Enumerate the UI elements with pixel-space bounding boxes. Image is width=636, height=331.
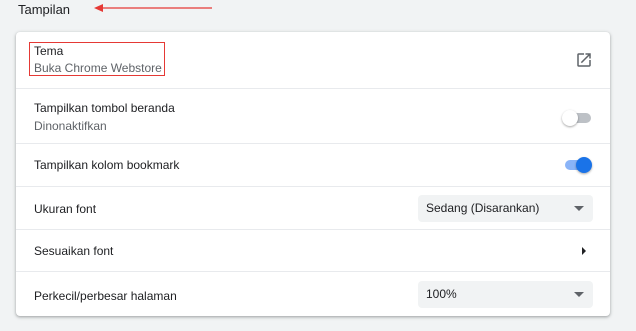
font-size-row: Ukuran font Sedang (Disarankan) — [16, 186, 610, 229]
appearance-settings-card: Tema Buka Chrome Webstore Tampilkan tomb… — [16, 32, 610, 316]
page-zoom-label: Perkecil/perbesar halaman — [34, 289, 177, 303]
page-zoom-select-value: 100% — [426, 287, 457, 301]
home-button-toggle[interactable] — [562, 110, 592, 126]
page-zoom-row: Perkecil/perbesar halaman 100% — [16, 271, 610, 316]
page-zoom-select[interactable]: 100% — [418, 281, 593, 308]
open-in-new-icon[interactable] — [575, 51, 593, 69]
bookmarks-bar-label: Tampilkan kolom bookmark — [34, 158, 180, 172]
font-size-select-value: Sedang (Disarankan) — [426, 201, 540, 215]
font-size-label: Ukuran font — [34, 202, 97, 216]
dropdown-caret-icon — [574, 206, 584, 211]
toggle-knob — [576, 157, 592, 173]
section-title: Tampilan — [18, 2, 71, 17]
dropdown-caret-icon — [574, 292, 584, 297]
bookmarks-bar-toggle[interactable] — [562, 157, 592, 173]
bookmarks-bar-row[interactable]: Tampilkan kolom bookmark — [16, 143, 610, 186]
home-button-sublabel: Dinonaktifkan — [34, 119, 107, 133]
theme-row[interactable]: Tema Buka Chrome Webstore — [16, 32, 610, 88]
customize-fonts-row[interactable]: Sesuaikan font — [16, 229, 610, 271]
font-size-select[interactable]: Sedang (Disarankan) — [418, 195, 593, 222]
customize-fonts-label: Sesuaikan font — [34, 244, 114, 258]
toggle-knob — [562, 110, 578, 126]
chevron-right-icon — [582, 247, 586, 255]
annotation-arrow — [94, 4, 212, 12]
theme-label: Tema — [34, 44, 64, 58]
home-button-row[interactable]: Tampilkan tombol beranda Dinonaktifkan — [16, 88, 610, 143]
theme-sublabel: Buka Chrome Webstore — [34, 61, 162, 75]
home-button-label: Tampilkan tombol beranda — [34, 101, 175, 115]
